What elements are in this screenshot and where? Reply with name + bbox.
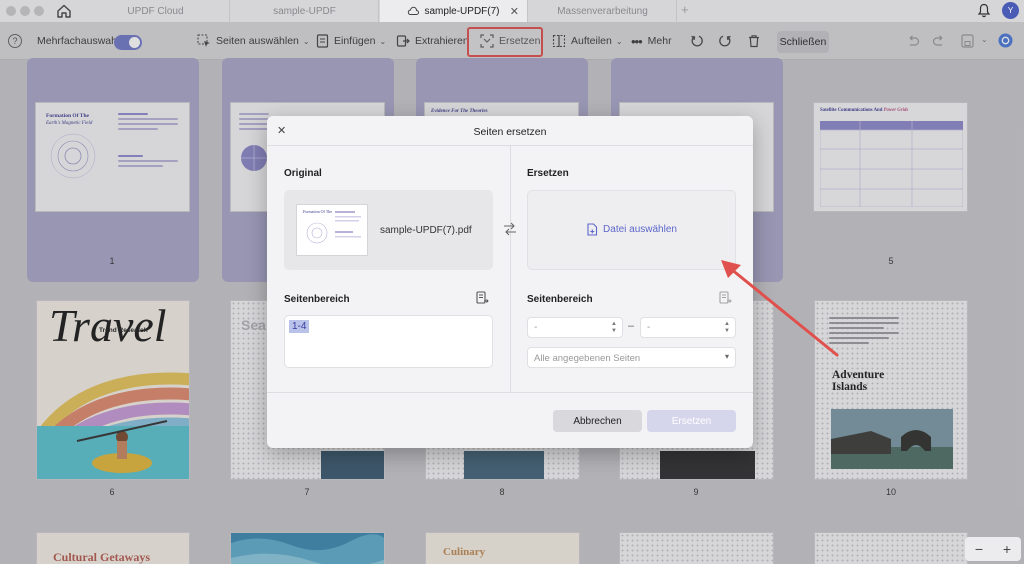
tab-label: UPDF Cloud xyxy=(127,5,184,17)
replace-page-range-label: Seitenbereich xyxy=(527,294,593,305)
original-file-name: sample-UPDF(7).pdf xyxy=(380,225,472,236)
tab-massenverarbeitung[interactable]: Massenverarbeitung xyxy=(529,0,677,22)
tab-updf-cloud[interactable]: UPDF Cloud xyxy=(82,0,230,22)
original-file-card: Formation Of The sample-UPDF(7).pdf xyxy=(284,190,493,270)
tab-label: Massenverarbeitung xyxy=(557,5,648,17)
original-file-thumbnail: Formation Of The xyxy=(296,204,368,256)
tab-sample-updf-7[interactable]: sample-UPDF(7) ✕ xyxy=(380,0,528,22)
zoom-in-icon[interactable]: + xyxy=(1003,541,1011,557)
confirm-replace-button[interactable]: Ersetzen xyxy=(647,410,736,432)
page-range-icon[interactable] xyxy=(475,291,489,305)
cloud-icon xyxy=(408,6,420,15)
dialog-title: Seiten ersetzen xyxy=(473,126,547,138)
dialog-header: ✕ Seiten ersetzen xyxy=(267,116,753,146)
choose-file-dropzone[interactable]: Datei auswählen xyxy=(527,190,736,270)
cancel-button[interactable]: Abbrechen xyxy=(553,410,642,432)
window-close-dot[interactable] xyxy=(6,6,16,16)
to-page-value: - xyxy=(647,322,651,333)
original-section-label: Original xyxy=(284,168,322,179)
new-tab-icon[interactable]: + xyxy=(681,2,689,17)
window-minimize-dot[interactable] xyxy=(20,6,30,16)
svg-text:Formation Of The: Formation Of The xyxy=(303,209,332,214)
page-subset-select[interactable]: Alle angegebenen Seiten ▾ xyxy=(527,347,736,368)
close-tab-icon[interactable]: ✕ xyxy=(510,5,519,18)
page-subset-value: Alle angegebenen Seiten xyxy=(534,353,641,364)
page-range-input[interactable]: 1-4 xyxy=(284,315,493,368)
swap-icon xyxy=(504,222,516,236)
page-range-label: Seitenbereich xyxy=(284,294,350,305)
avatar-initial: Y xyxy=(1007,6,1014,15)
tab-sample-updf[interactable]: sample-UPDF xyxy=(231,0,379,22)
add-file-icon xyxy=(587,223,598,236)
replace-section-label: Ersetzen xyxy=(527,168,569,179)
replace-pages-dialog: ✕ Seiten ersetzen Original Formation Of … xyxy=(267,116,753,448)
tab-label: sample-UPDF xyxy=(273,5,336,17)
bell-icon[interactable] xyxy=(977,3,991,18)
from-page-value: - xyxy=(534,322,538,333)
page-range-value: 1-4 xyxy=(289,320,310,333)
confirm-label: Ersetzen xyxy=(671,415,712,427)
choose-file-label: Datei auswählen xyxy=(603,224,677,235)
document-preview-icon: Formation Of The xyxy=(303,209,361,244)
cancel-label: Abbrechen xyxy=(573,415,622,427)
zoom-out-icon[interactable]: − xyxy=(975,541,983,557)
range-separator: – xyxy=(628,320,635,332)
tab-label: sample-UPDF(7) xyxy=(424,5,500,17)
choose-file-button[interactable]: Datei auswählen xyxy=(528,223,735,236)
home-icon[interactable] xyxy=(55,3,73,19)
window-zoom-dot[interactable] xyxy=(34,6,44,16)
divider xyxy=(510,146,511,392)
annotation-arrow xyxy=(721,260,839,357)
divider xyxy=(267,392,753,393)
stepper-arrows-icon[interactable]: ▲ ▼ xyxy=(611,321,617,335)
zoom-control: − + xyxy=(965,537,1021,561)
title-bar: UPDF Cloud sample-UPDF sample-UPDF(7) ✕ … xyxy=(0,0,1024,22)
avatar[interactable]: Y xyxy=(1002,2,1019,19)
from-page-stepper[interactable]: - ▲ ▼ xyxy=(527,317,623,338)
